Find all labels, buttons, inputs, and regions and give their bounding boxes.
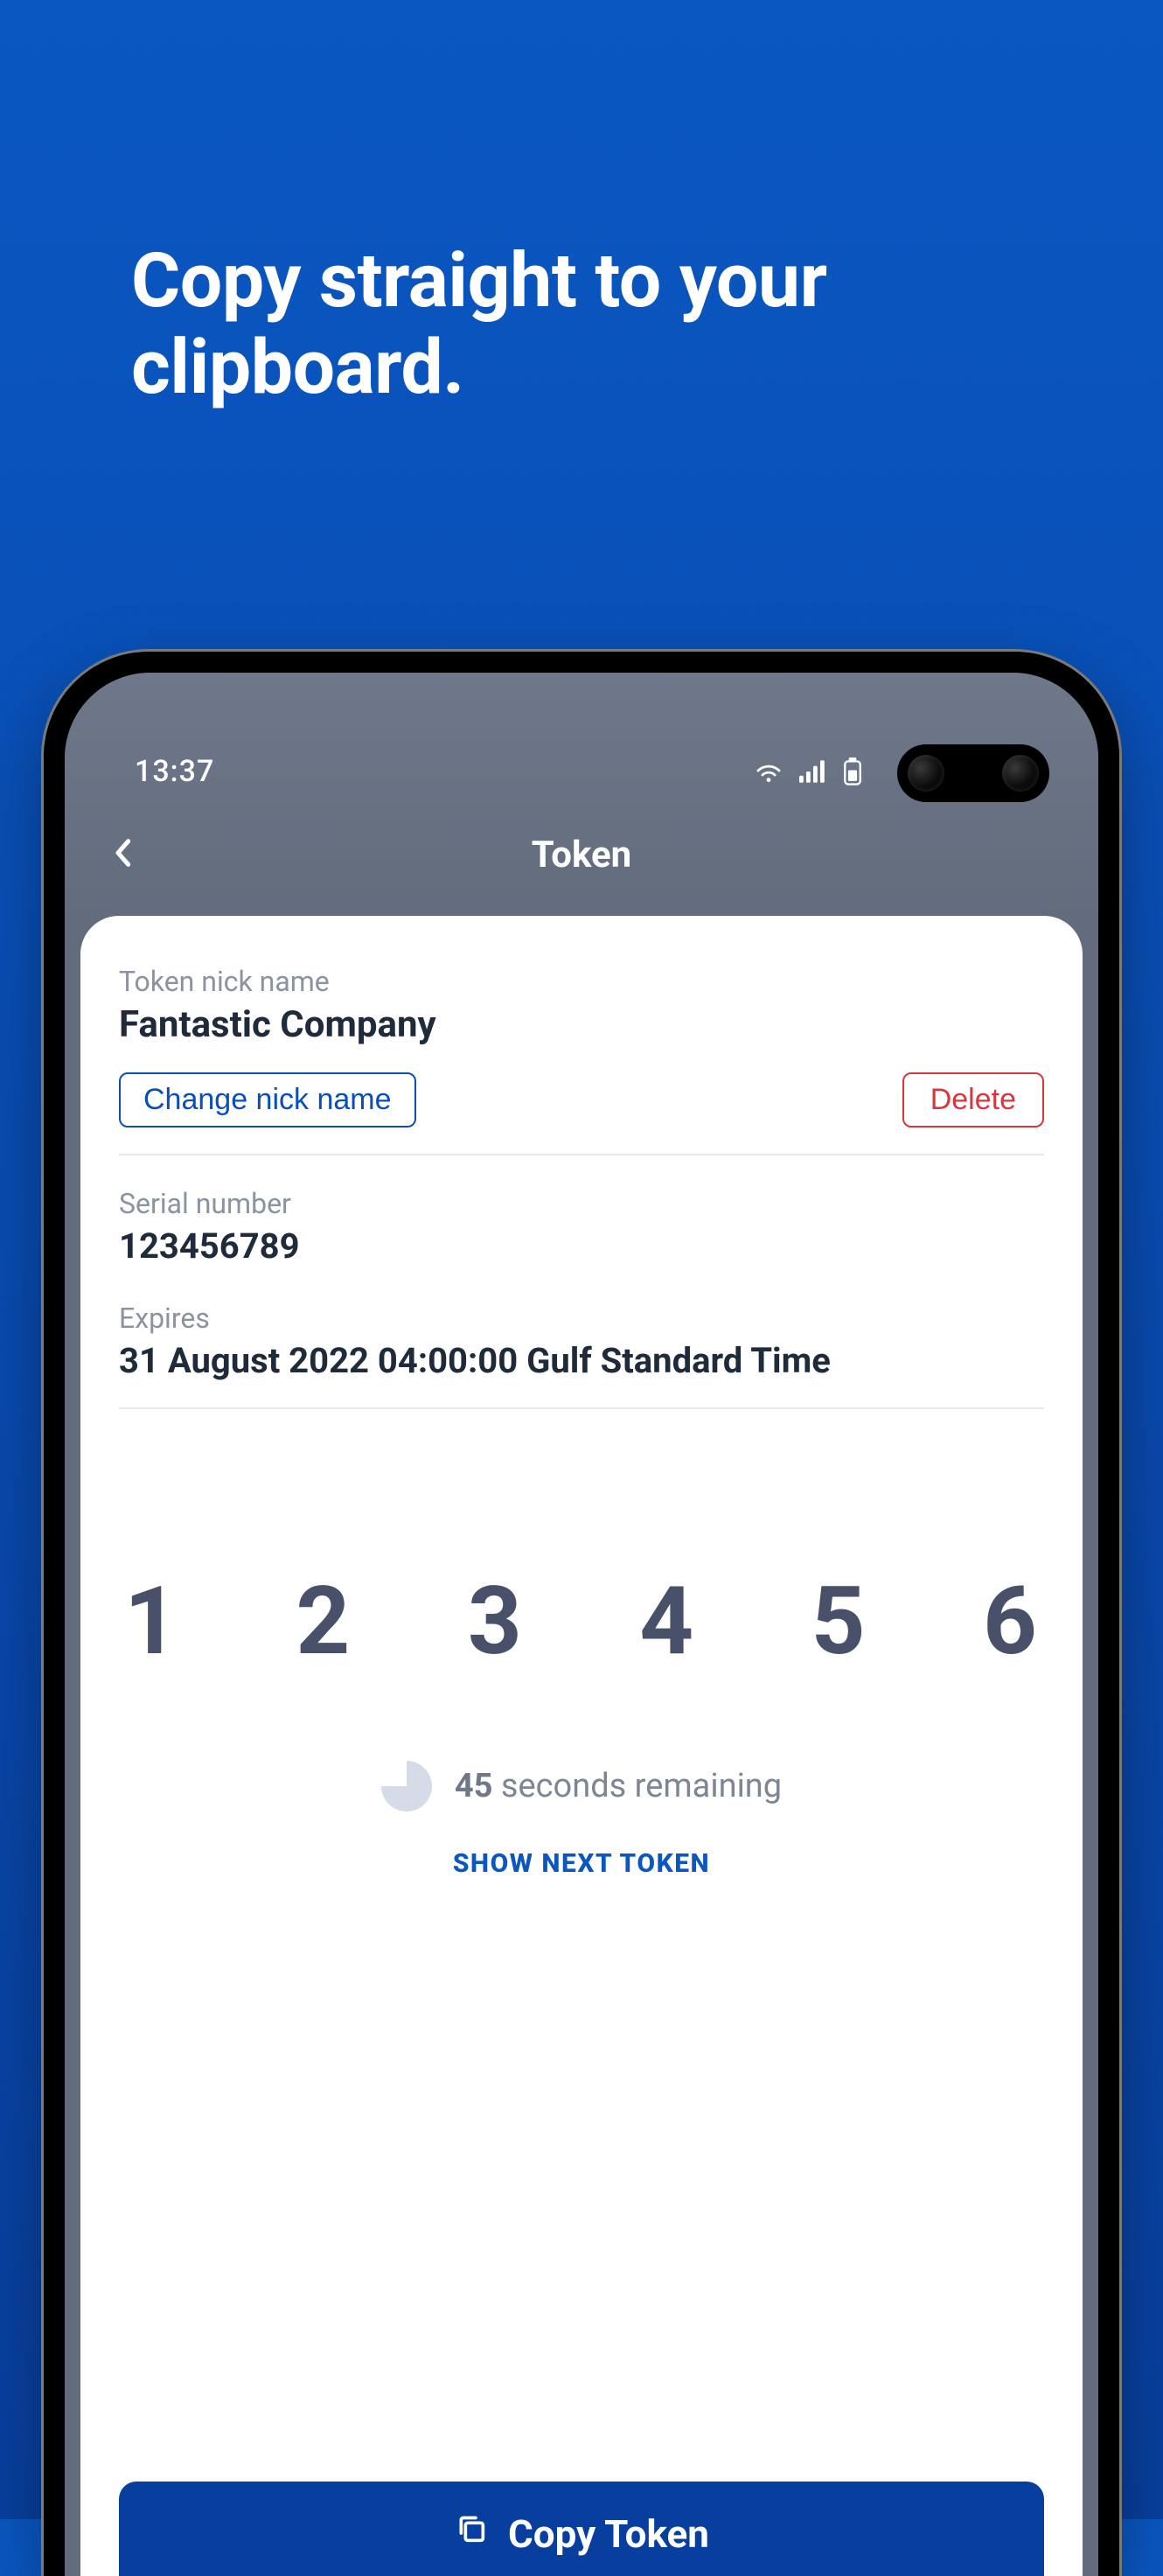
expires-block: Expires 31 August 2022 04:00:00 Gulf Sta… [119,1302,1044,1381]
nickname-value: Fantastic Company [119,1003,1044,1046]
expires-label: Expires [119,1302,1044,1335]
serial-block: Serial number 123456789 [119,1187,1044,1267]
wifi-icon [754,760,783,783]
copy-token-button[interactable]: Copy Token [119,2482,1044,2576]
phone-frame: 13:37 [44,652,1119,2576]
status-right-cluster [754,757,862,785]
delete-button[interactable]: Delete [902,1072,1044,1127]
token-digit: 6 [983,1567,1039,1677]
nickname-label: Token nick name [119,965,1044,998]
copy-token-label: Copy Token [508,2511,709,2557]
divider [119,1154,1044,1155]
countdown-seconds: 45 [455,1767,493,1805]
expires-value: 31 August 2022 04:00:00 Gulf Standard Ti… [119,1340,1044,1381]
page-title: Token [65,834,1098,876]
token-digit: 2 [296,1567,352,1677]
serial-value: 123456789 [119,1225,1044,1267]
status-time: 13:37 [135,754,214,789]
countdown-pie-icon [381,1761,432,1812]
hero-line-1: Copy straight to your [131,236,827,325]
token-digit: 5 [811,1567,867,1677]
countdown: 45 seconds remaining [119,1761,1044,1812]
phone-camera-cutout [897,744,1049,802]
copy-icon [454,2511,489,2546]
card-backdrop: Token nick name Fantastic Company Change… [65,916,1098,2576]
nickname-block: Token nick name Fantastic Company [119,965,1044,1046]
camera-lens-icon [908,755,944,792]
token-code: 1 2 3 4 5 6 [119,1567,1044,1677]
camera-lens-icon [1002,755,1039,792]
serial-label: Serial number [119,1187,1044,1220]
show-next-token-button[interactable]: SHOW NEXT TOKEN [119,1848,1044,1879]
divider [119,1407,1044,1409]
hero-line-2: clipboard. [131,323,464,411]
nickname-actions: Change nick name Delete [119,1072,1044,1127]
countdown-text: 45 seconds remaining [455,1767,782,1805]
phone-screen: 13:37 [65,673,1098,2576]
token-digit: 3 [468,1567,524,1677]
cellular-signal-icon [799,760,827,783]
hero-headline: Copy straight to your clipboard. [131,238,827,411]
token-card: Token nick name Fantastic Company Change… [80,916,1083,2576]
battery-icon [843,757,862,785]
token-digit: 1 [124,1567,180,1677]
countdown-suffix: seconds remaining [492,1767,782,1805]
change-nickname-button[interactable]: Change nick name [119,1072,416,1127]
token-digit: 4 [639,1567,695,1677]
